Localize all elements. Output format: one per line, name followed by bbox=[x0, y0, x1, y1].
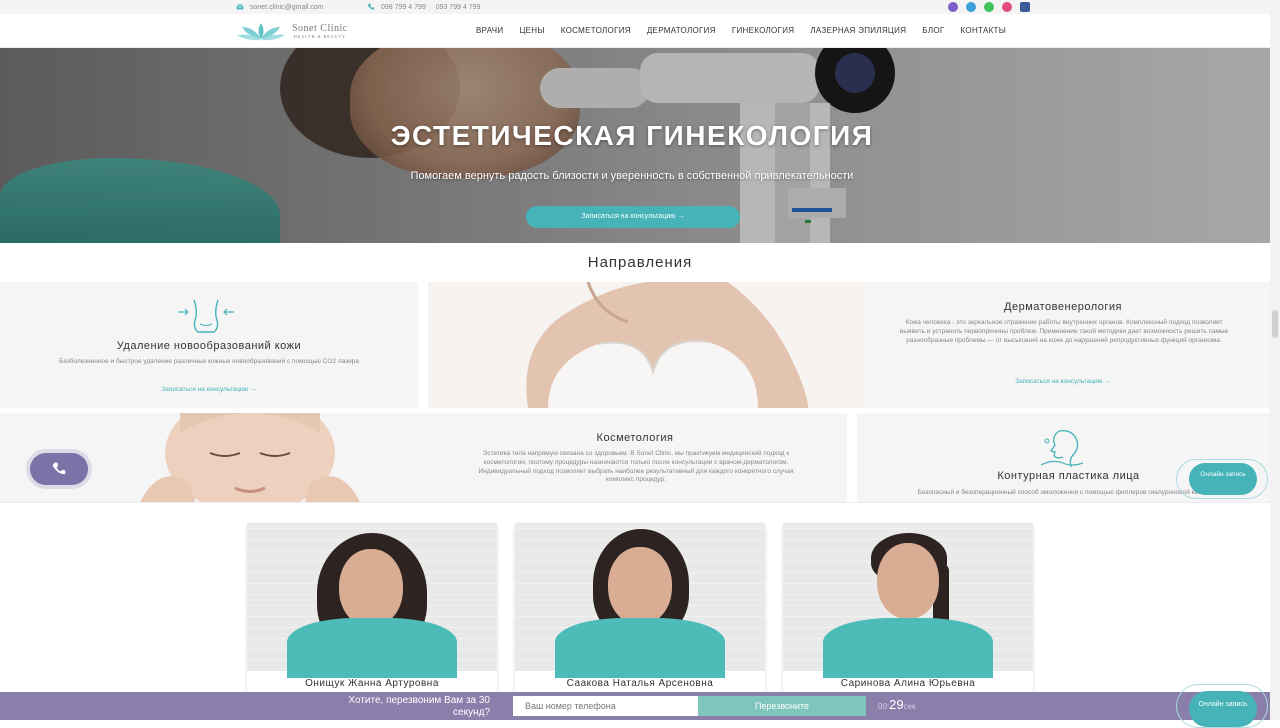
timer-value: 29 bbox=[889, 697, 904, 712]
direction-card-cosmetology[interactable]: Косметология Эстетика тела напрямую связ… bbox=[0, 413, 847, 502]
cosmetology-photo bbox=[140, 413, 360, 502]
lotus-logo-icon bbox=[237, 23, 285, 41]
direction-title: Дерматовенерология bbox=[1004, 301, 1122, 313]
direction-card-skin-removal[interactable]: Удаление новообразований кожи Безболезне… bbox=[0, 282, 418, 408]
direction-consultation-link[interactable]: Записаться на консультацию → bbox=[898, 378, 1228, 385]
hero-title: ЭСТЕТИЧЕСКАЯ ГИНЕКОЛОГИЯ bbox=[390, 120, 874, 151]
doctors-section: Онищук Жанна Артуровна Саакова Наталья А… bbox=[0, 502, 1280, 693]
direction-consultation-link[interactable]: Записаться на консультацию → bbox=[0, 386, 418, 393]
direction-title: Удаление новообразований кожи bbox=[116, 340, 302, 352]
online-booking-label[interactable]: Онлайн запись bbox=[1189, 463, 1257, 495]
contact-phone-1[interactable]: 098 799 4 799 bbox=[381, 4, 426, 11]
site-header: Sonet Clinic HEALTH & BEAUTY ВРАЧИ ЦЕНЫ … bbox=[0, 14, 1280, 48]
nav-doctors[interactable]: ВРАЧИ bbox=[476, 26, 503, 35]
nav-gynecology[interactable]: ГИНЕКОЛОГИЯ bbox=[732, 26, 795, 35]
direction-description: Безболезненное и быстрое удаление различ… bbox=[59, 358, 359, 365]
instagram-icon[interactable] bbox=[1002, 2, 1012, 12]
main-nav: ВРАЧИ ЦЕНЫ КОСМЕТОЛОГИЯ ДЕРМАТОЛОГИЯ ГИН… bbox=[476, 26, 1006, 35]
directions-title: Направления bbox=[587, 254, 693, 271]
doctor-photo bbox=[783, 523, 1033, 678]
doctor-name: Саринова Алина Юрьевна bbox=[840, 678, 976, 689]
callback-timer: 00:29сек bbox=[878, 697, 916, 712]
contact-phone-2[interactable]: 093 799 4 799 bbox=[436, 4, 481, 11]
contact-email[interactable]: sonet.clinic@gmail.com bbox=[250, 4, 324, 11]
doctor-card[interactable]: Саринова Алина Юрьевна bbox=[783, 523, 1033, 693]
top-contact-bar: sonet.clinic@gmail.com 098 799 4 799 093… bbox=[0, 0, 1280, 14]
doctor-card[interactable]: Саакова Наталья Арсеновна bbox=[515, 523, 765, 693]
doctor-card[interactable]: Онищук Жанна Артуровна bbox=[247, 523, 497, 693]
doctor-name: Саакова Наталья Арсеновна bbox=[566, 678, 714, 689]
logo-tagline: HEALTH & BEAUTY bbox=[293, 34, 346, 39]
telegram-icon[interactable] bbox=[966, 2, 976, 12]
doctor-photo bbox=[247, 523, 497, 678]
hero-banner: ЭСТЕТИЧЕСКАЯ ГИНЕКОЛОГИЯ Помогаем вернут… bbox=[0, 48, 1280, 243]
nav-dermatology[interactable]: ДЕРМАТОЛОГИЯ bbox=[647, 26, 716, 35]
nav-blog[interactable]: БЛОГ bbox=[922, 26, 944, 35]
doctor-photo bbox=[515, 523, 765, 678]
online-booking-widget-bottom[interactable]: Онлайн запись bbox=[1176, 684, 1268, 728]
whatsapp-icon[interactable] bbox=[984, 2, 994, 12]
callback-question: Хотите, перезвоним Вам за 30 секунд? bbox=[348, 695, 490, 718]
online-booking-widget[interactable]: Онлайн запись bbox=[1176, 459, 1268, 499]
nav-contacts[interactable]: КОНТАКТЫ bbox=[961, 26, 1007, 35]
logo[interactable]: Sonet Clinic HEALTH & BEAUTY bbox=[236, 19, 348, 43]
callback-phone-input[interactable] bbox=[513, 696, 698, 716]
callback-phone-button[interactable] bbox=[30, 453, 88, 485]
face-profile-icon bbox=[1040, 430, 1084, 468]
nav-cosmetology[interactable]: КОСМЕТОЛОГИЯ bbox=[561, 26, 631, 35]
dermatology-photo bbox=[428, 282, 868, 408]
timer-prefix: 00: bbox=[878, 702, 890, 711]
callback-submit-button[interactable]: Перезвоните bbox=[698, 696, 866, 716]
direction-description: Эстетика тела напрямую связана со здоров… bbox=[478, 450, 794, 484]
facebook-icon[interactable] bbox=[1020, 2, 1030, 12]
body-silhouette-icon bbox=[178, 299, 234, 333]
nav-prices[interactable]: ЦЕНЫ bbox=[519, 26, 544, 35]
callback-bar: Хотите, перезвоним Вам за 30 секунд? Пер… bbox=[0, 692, 1280, 720]
nav-laser-epilation[interactable]: ЛАЗЕРНАЯ ЭПИЛЯЦИЯ bbox=[810, 26, 906, 35]
viber-icon[interactable] bbox=[948, 2, 958, 12]
phone-icon bbox=[52, 462, 66, 475]
direction-description: Кожа человека - это зеркальное отражение… bbox=[899, 319, 1229, 344]
scrollbar-thumb[interactable] bbox=[1272, 310, 1278, 338]
email-icon bbox=[236, 4, 244, 10]
logo-name: Sonet Clinic bbox=[292, 23, 348, 34]
hero-consultation-button[interactable]: Записаться на консультацию → bbox=[526, 206, 740, 228]
direction-title: Косметология bbox=[596, 432, 674, 444]
page-scrollbar[interactable] bbox=[1270, 0, 1280, 720]
direction-card-dermatovenerology[interactable]: Дерматовенерология Кожа человека - это з… bbox=[428, 282, 1280, 408]
doctor-name: Онищук Жанна Артуровна bbox=[305, 678, 439, 689]
timer-suffix: сек bbox=[903, 702, 916, 711]
online-booking-label[interactable]: Онлайн запись bbox=[1189, 691, 1257, 727]
hero-subtitle: Помогаем вернуть радость близости и увер… bbox=[410, 170, 854, 182]
phone-icon bbox=[367, 3, 375, 10]
